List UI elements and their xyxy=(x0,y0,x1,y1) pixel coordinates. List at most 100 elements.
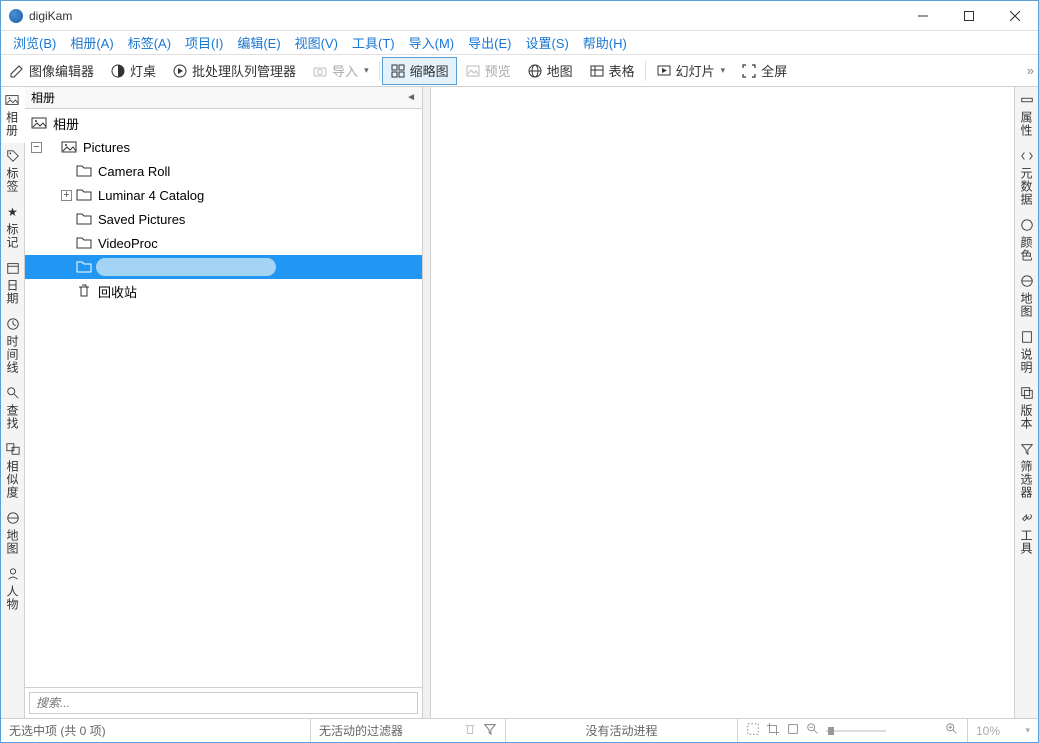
thumbnails-label: 缩略图 xyxy=(410,61,449,80)
tree-node-trash[interactable]: 回收站 xyxy=(25,279,422,303)
status-filter: 无活动的过滤器 xyxy=(311,719,506,742)
tree-node-camera-roll[interactable]: Camera Roll xyxy=(25,159,422,183)
splitter[interactable] xyxy=(423,87,431,718)
zoom-out-icon[interactable] xyxy=(806,722,820,739)
menu-tags[interactable]: 标签(A) xyxy=(122,31,177,54)
sidebar-search xyxy=(25,687,422,718)
left-rail: 相册 标签 ★ 标记 日期 时间线 查找 相似度 地图 xyxy=(1,87,25,718)
status-selection: 无选中项 (共 0 项) xyxy=(1,719,311,742)
expand-toggle[interactable]: + xyxy=(61,190,72,201)
menu-edit[interactable]: 编辑(E) xyxy=(231,31,286,54)
right-tab-properties[interactable]: 属性 xyxy=(1016,87,1037,143)
tree-node-saved-pictures[interactable]: Saved Pictures xyxy=(25,207,422,231)
import-label: 导入 xyxy=(332,61,358,80)
right-tab-metadata[interactable]: 元数据 xyxy=(1016,143,1037,212)
tree-node-pictures[interactable]: − Pictures xyxy=(25,135,422,159)
image-editor-button[interactable]: 图像编辑器 xyxy=(1,57,102,85)
albums-sidebar: 相册 ◄ 相册 − Pictures Camera Roll + xyxy=(25,87,423,718)
zoom-fit-icon[interactable] xyxy=(746,722,760,739)
sidebar-undock-button[interactable]: ◄ xyxy=(406,92,416,103)
map-button[interactable]: 地图 xyxy=(519,57,581,85)
window-controls xyxy=(900,1,1038,31)
tree-label: Pictures xyxy=(81,140,130,155)
toolbar-overflow-button[interactable]: » xyxy=(1027,63,1038,78)
zoom-100-icon[interactable] xyxy=(786,722,800,739)
globe-icon xyxy=(527,63,543,79)
table-label: 表格 xyxy=(609,61,635,80)
left-tab-tags[interactable]: 标签 xyxy=(2,143,23,199)
chevron-down-icon: ▾ xyxy=(364,65,369,76)
redacted-label xyxy=(96,258,276,276)
contrast-icon xyxy=(110,63,126,79)
trash-icon[interactable] xyxy=(463,722,477,739)
sidebar-header: 相册 ◄ xyxy=(25,87,422,109)
picture-icon xyxy=(5,93,19,107)
preview-button: 预览 xyxy=(457,57,519,85)
tree-root-albums[interactable]: 相册 xyxy=(25,111,422,135)
collapse-toggle[interactable]: − xyxy=(31,142,42,153)
left-tab-albums[interactable]: 相册 xyxy=(2,87,25,143)
slideshow-button[interactable]: 幻灯片 ▾ xyxy=(648,57,734,85)
zoom-in-icon[interactable] xyxy=(945,722,959,739)
star-icon: ★ xyxy=(6,205,20,219)
menu-browse[interactable]: 浏览(B) xyxy=(7,31,62,54)
right-tab-captions[interactable]: 说明 xyxy=(1016,324,1037,380)
album-tree[interactable]: 相册 − Pictures Camera Roll + Luminar 4 Ca… xyxy=(25,109,422,687)
menu-settings[interactable]: 设置(S) xyxy=(519,31,574,54)
right-rail: 属性 元数据 颜色 地图 说明 版本 筛选器 工具 xyxy=(1014,87,1038,718)
menu-album[interactable]: 相册(A) xyxy=(64,31,119,54)
main-body: 相册 标签 ★ 标记 日期 时间线 查找 相似度 地图 xyxy=(1,87,1038,718)
left-tab-map[interactable]: 地图 xyxy=(2,505,23,561)
right-tab-colors[interactable]: 颜色 xyxy=(1016,212,1037,268)
crop-icon[interactable] xyxy=(766,722,780,739)
right-tab-map[interactable]: 地图 xyxy=(1016,268,1037,324)
left-tab-dates[interactable]: 日期 xyxy=(2,255,23,311)
batch-queue-button[interactable]: 批处理队列管理器 xyxy=(164,57,304,85)
light-table-button[interactable]: 灯桌 xyxy=(102,57,164,85)
menu-help[interactable]: 帮助(H) xyxy=(577,31,633,54)
app-title: digiKam xyxy=(29,9,72,23)
menu-import[interactable]: 导入(M) xyxy=(403,31,461,54)
left-tab-similarity[interactable]: 相似度 xyxy=(2,436,23,505)
left-tab-search[interactable]: 查找 xyxy=(2,380,23,436)
menu-export[interactable]: 导出(E) xyxy=(462,31,517,54)
right-tab-tools[interactable]: 工具 xyxy=(1016,505,1037,561)
menu-view[interactable]: 视图(V) xyxy=(289,31,344,54)
tree-node-luminar[interactable]: + Luminar 4 Catalog xyxy=(25,183,422,207)
folder-icon xyxy=(76,163,92,179)
table-button[interactable]: 表格 xyxy=(581,57,643,85)
tree-label: Camera Roll xyxy=(96,164,170,179)
queue-icon xyxy=(172,63,188,79)
left-tab-labels[interactable]: ★ 标记 xyxy=(2,199,23,255)
tag-icon xyxy=(6,149,20,163)
thumbnail-area[interactable] xyxy=(431,87,1014,718)
menu-tools[interactable]: 工具(T) xyxy=(346,31,401,54)
wrench-icon xyxy=(1020,511,1034,525)
table-icon xyxy=(589,63,605,79)
toolbar: 图像编辑器 灯桌 批处理队列管理器 导入 ▾ 缩略图 预览 地 xyxy=(1,55,1038,87)
zoom-slider[interactable] xyxy=(826,724,939,738)
minimize-button[interactable] xyxy=(900,1,946,31)
left-tab-people[interactable]: 人物 xyxy=(2,561,23,617)
search-input[interactable] xyxy=(29,692,418,714)
maximize-button[interactable] xyxy=(946,1,992,31)
toolbar-separator xyxy=(645,61,646,81)
tree-node-videoproc[interactable]: VideoProc xyxy=(25,231,422,255)
app-icon xyxy=(9,9,23,23)
fullscreen-button[interactable]: 全屏 xyxy=(733,57,795,85)
thumbnails-button[interactable]: 缩略图 xyxy=(382,57,457,85)
tree-node-selected[interactable] xyxy=(25,255,422,279)
image-icon xyxy=(465,63,481,79)
right-tab-versions[interactable]: 版本 xyxy=(1016,380,1037,436)
left-tab-timeline[interactable]: 时间线 xyxy=(2,311,23,380)
funnel-icon[interactable] xyxy=(483,722,497,739)
tree-label: Saved Pictures xyxy=(96,212,185,227)
right-tab-filters[interactable]: 筛选器 xyxy=(1016,436,1037,505)
close-button[interactable] xyxy=(992,1,1038,31)
funnel-icon xyxy=(1020,442,1034,456)
menu-item-project[interactable]: 项目(I) xyxy=(179,31,229,54)
grid-icon xyxy=(390,63,406,79)
status-zoom-value[interactable]: 10% ▾ xyxy=(968,719,1038,742)
sidebar-title: 相册 xyxy=(31,89,55,106)
note-icon xyxy=(1020,330,1034,344)
